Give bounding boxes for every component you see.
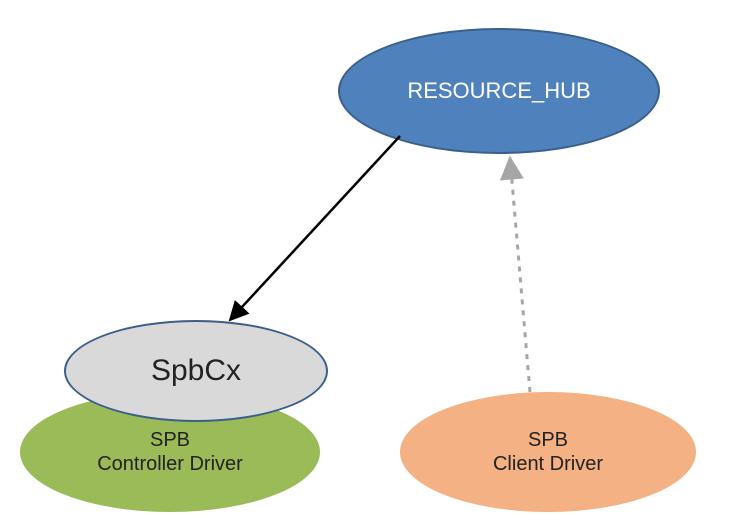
edge-hub-to-spbcx [230, 136, 400, 320]
spbcx-node: SpbCx [64, 320, 328, 422]
edge-client-to-hub [510, 158, 530, 392]
client-line1: SPB [528, 429, 568, 451]
resource-hub-node: RESOURCE_HUB [338, 28, 660, 154]
resource-hub-label: RESOURCE_HUB [407, 78, 590, 104]
spb-client-driver-node: SPB Client Driver [400, 392, 696, 512]
controller-line1: SPB [150, 429, 190, 451]
controller-line2: Controller Driver [97, 453, 243, 475]
spb-client-driver-label: SPB Client Driver [493, 428, 603, 476]
spb-controller-driver-label: SPB Controller Driver [97, 428, 243, 476]
spbcx-label: SpbCx [151, 353, 241, 389]
client-line2: Client Driver [493, 453, 603, 475]
